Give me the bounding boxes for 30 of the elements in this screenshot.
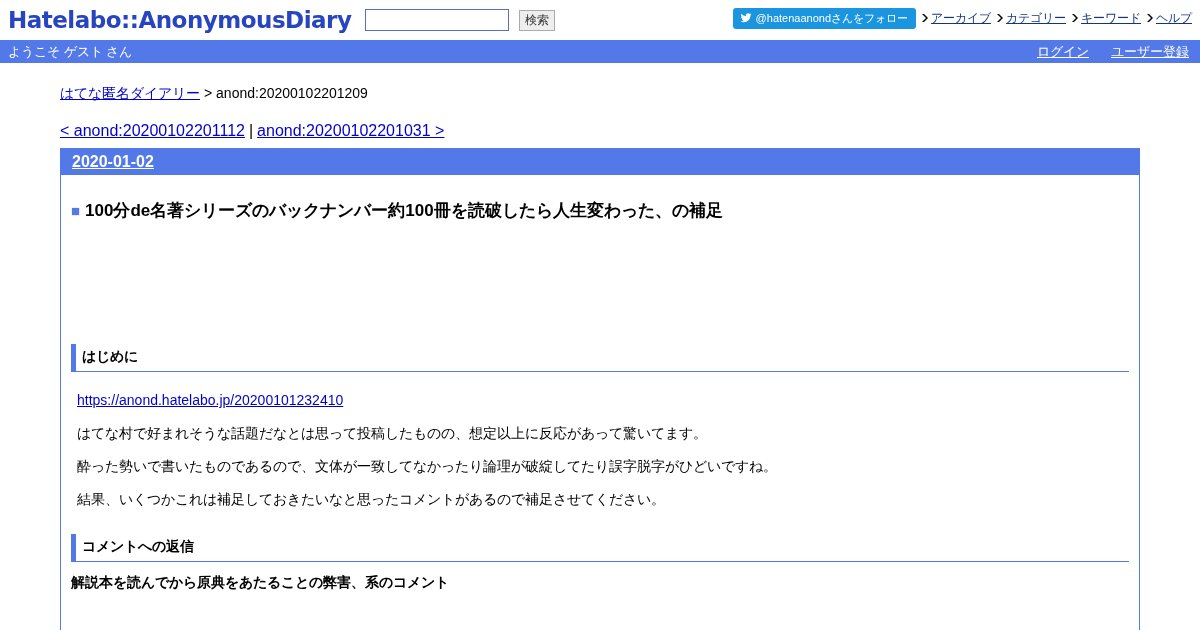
section-heading: はじめに (71, 344, 1129, 372)
site-logo[interactable]: Hatelabo::AnonymousDiary (8, 7, 352, 33)
breadcrumb-current: > anond:20200102201209 (204, 84, 368, 103)
user-link[interactable]: ログイン (1037, 42, 1089, 61)
nav-link[interactable]: アーカイブ (931, 9, 991, 27)
next-link[interactable]: anond:20200102201031 > (257, 120, 445, 142)
nav-link[interactable]: カテゴリー (1006, 9, 1066, 27)
entry-title: 100分de名著シリーズのバックナンバー約100冊を読破したら人生変わった、の補足 (85, 200, 723, 222)
welcome-text: ようこそ ゲスト さん (8, 42, 133, 61)
paragraph: 酔った勢いで書いたものであるので、文体が一致してなかったり論理が破綻してたり誤字脱字がひどいですね。 (77, 457, 778, 476)
user-link[interactable]: ユーザー登録 (1111, 42, 1189, 61)
section-heading: コメントへの返信 (71, 534, 1129, 562)
nav-link[interactable]: キーワード (1081, 9, 1141, 27)
arrow-icon (922, 14, 928, 22)
arrow-icon (1147, 14, 1153, 22)
date-link[interactable]: 2020-01-02 (72, 153, 154, 171)
search-field[interactable] (365, 9, 510, 31)
arrow-icon (997, 14, 1003, 22)
permalink-mark[interactable]: ■ (71, 202, 81, 219)
paragraph: 結果、いくつかこれは補足しておきたいなと思ったコメントがあるので補足させてください。 (77, 490, 666, 509)
search-button[interactable]: 検索 (519, 9, 556, 31)
bird-icon (739, 12, 752, 24)
nav-link[interactable]: ヘルプ (1156, 9, 1192, 27)
separator: | (248, 121, 254, 141)
breadcrumb-link[interactable]: はてな匿名ダイアリー (60, 83, 200, 103)
entry-link[interactable]: https://anond.hatelabo.jp/20200101232410 (77, 392, 344, 408)
arrow-icon (1072, 14, 1078, 22)
subheading: 解説本を読んでから原典をあたることの弊害、系のコメント (71, 574, 450, 592)
paragraph: はてな村で好まれそうな話題だなとは思って投稿したものの、想定以上に反応があって驚いてます。 (77, 424, 708, 443)
prev-link[interactable]: < anond:20200102201112 (60, 120, 245, 142)
